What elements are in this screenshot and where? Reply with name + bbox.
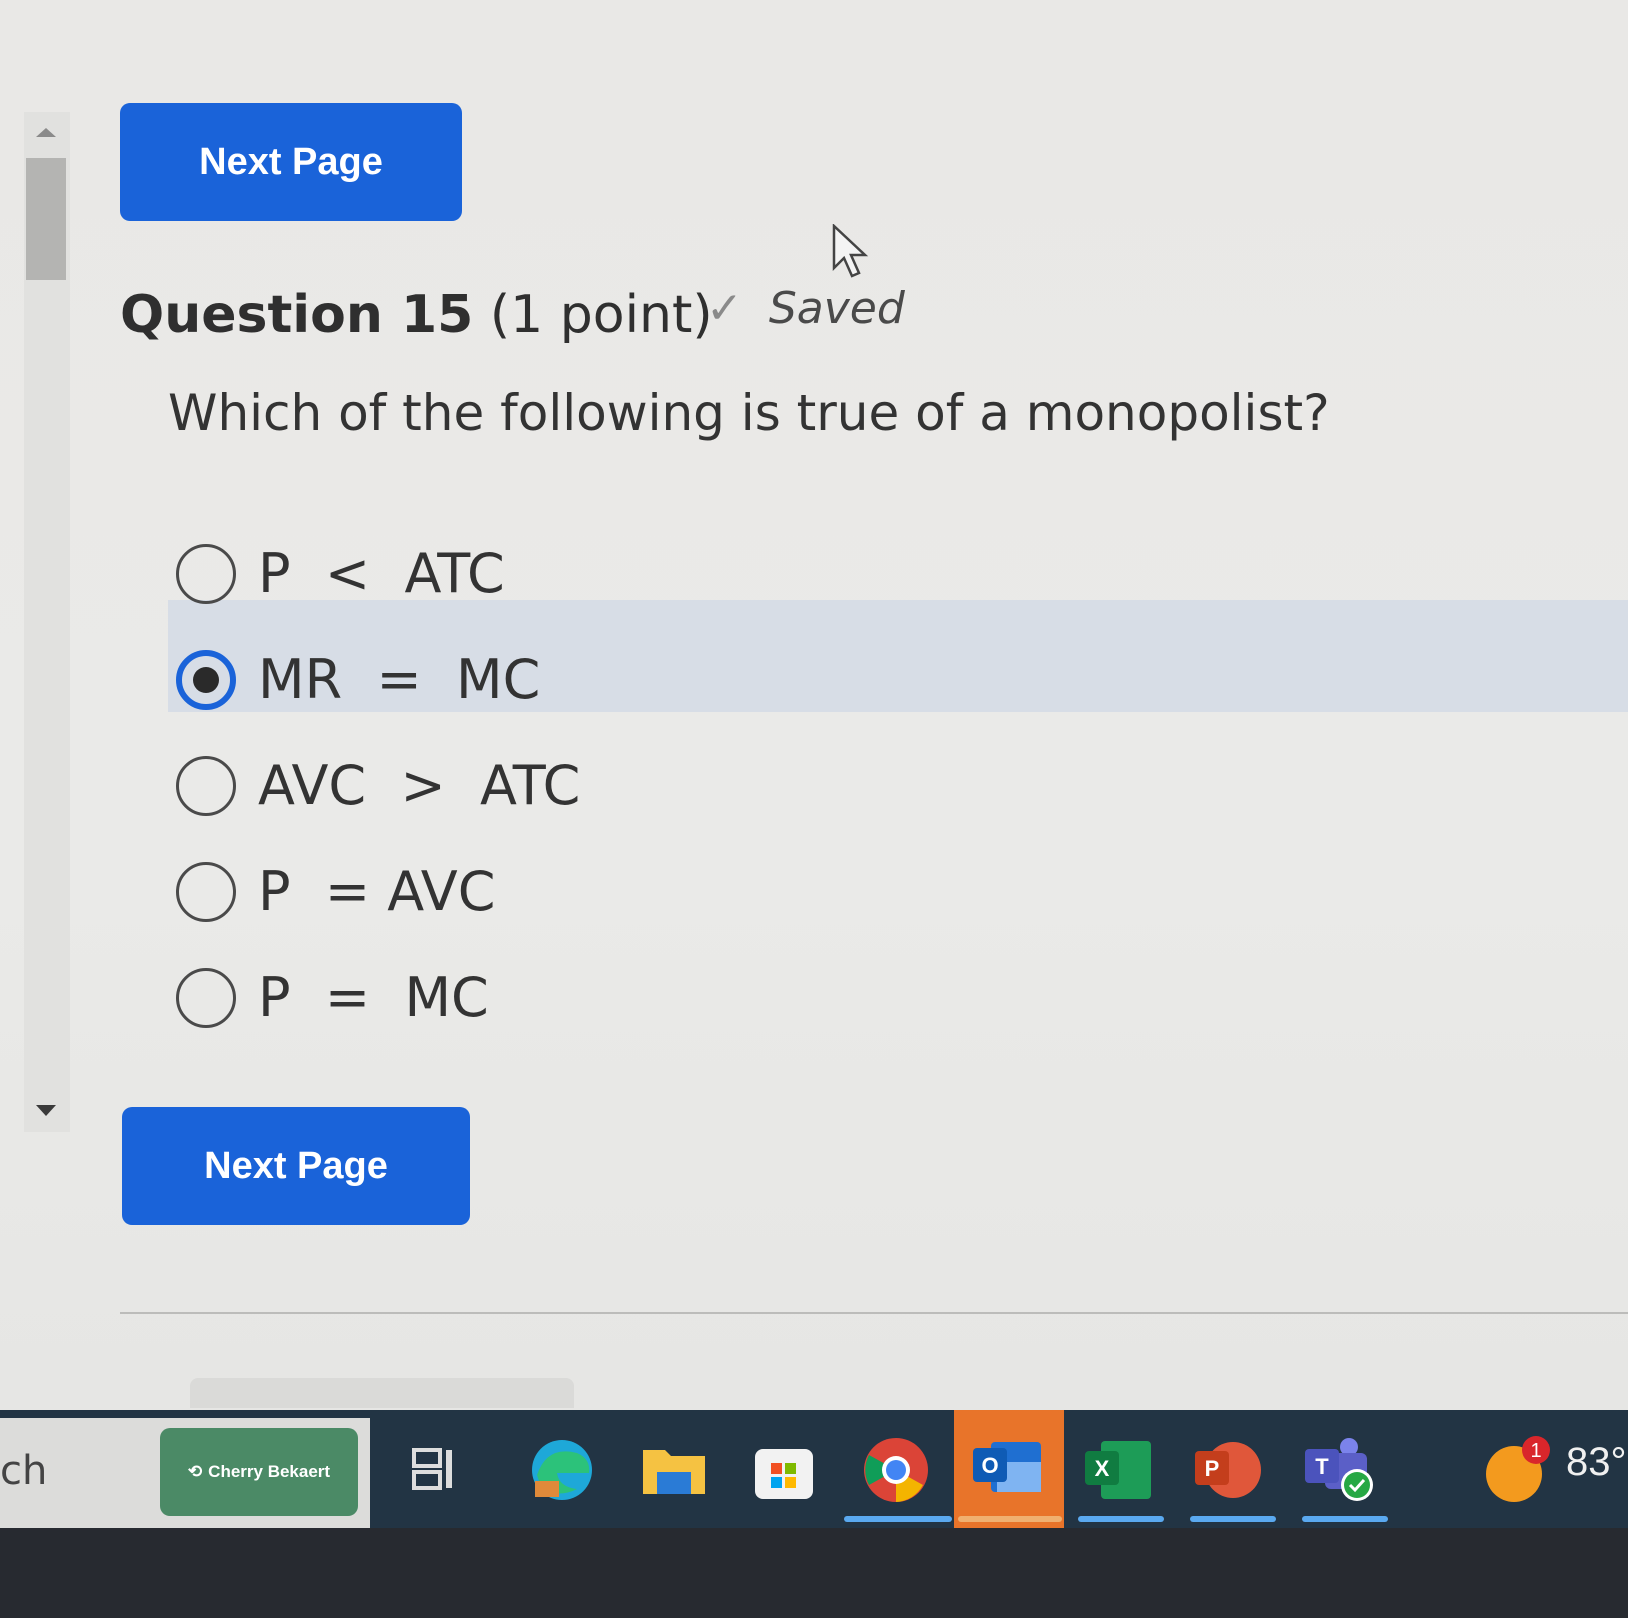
- radio-button[interactable]: [176, 861, 236, 922]
- chrome-active-indicator: [844, 1516, 952, 1522]
- scroll-up-arrow-icon[interactable]: [36, 128, 56, 137]
- mouse-cursor-icon: [832, 224, 869, 278]
- outlook-icon[interactable]: O: [954, 1410, 1064, 1528]
- store-icon[interactable]: [742, 1428, 826, 1512]
- cherry-bekaert-widget[interactable]: ⟲ Cherry Bekaert: [160, 1428, 358, 1516]
- svg-text:O: O: [981, 1453, 998, 1478]
- teams-active-indicator: [1302, 1516, 1388, 1522]
- question-number: Question 15: [120, 285, 474, 345]
- powerpoint-icon[interactable]: P: [1186, 1428, 1270, 1512]
- question-title: Question 15 (1 point): [120, 285, 713, 345]
- question-prompt: Which of the following is true of a mono…: [168, 384, 1330, 442]
- next-page-button-bottom[interactable]: Next Page: [122, 1107, 470, 1225]
- radio-button[interactable]: [176, 755, 236, 816]
- file-explorer-icon[interactable]: [632, 1428, 716, 1512]
- saved-status: ✓ Saved: [706, 283, 905, 334]
- cherry-label: Cherry Bekaert: [208, 1462, 331, 1481]
- answer-option-label: P = MC: [258, 966, 489, 1029]
- answer-option-1[interactable]: P < ATC: [176, 542, 505, 605]
- task-view-icon[interactable]: [394, 1428, 478, 1512]
- checkmark-icon: ✓: [706, 283, 743, 334]
- svg-text:P: P: [1205, 1456, 1220, 1481]
- teams-icon[interactable]: T: [1298, 1428, 1382, 1512]
- answer-option-2[interactable]: MR = MC: [176, 648, 540, 711]
- powerpoint-active-indicator: [1190, 1516, 1276, 1522]
- weather-temperature[interactable]: 83°: [1566, 1440, 1627, 1485]
- saved-label: Saved: [768, 283, 905, 334]
- svg-text:X: X: [1095, 1456, 1110, 1481]
- answer-option-4[interactable]: P = AVC: [176, 860, 495, 923]
- excel-icon[interactable]: X: [1076, 1428, 1160, 1512]
- outlook-active-indicator: [958, 1516, 1062, 1522]
- chrome-icon[interactable]: [854, 1428, 938, 1512]
- search-box-text[interactable]: ch: [0, 1448, 47, 1494]
- monitor-bezel: [0, 1528, 1628, 1618]
- weather-icon[interactable]: 1: [1474, 1428, 1558, 1512]
- cherry-logo-icon: ⟲: [187, 1462, 203, 1481]
- answer-option-label: P = AVC: [258, 860, 496, 923]
- radio-dot-icon: [193, 666, 219, 693]
- svg-text:T: T: [1315, 1454, 1329, 1479]
- answer-option-label: AVC > ATC: [258, 754, 581, 817]
- radio-button[interactable]: [176, 543, 236, 604]
- scroll-down-arrow-icon[interactable]: [36, 1105, 56, 1116]
- weather-badge: 1: [1530, 1440, 1541, 1462]
- answer-option-label: MR = MC: [258, 648, 541, 711]
- next-page-button-top[interactable]: Next Page: [120, 103, 462, 221]
- excel-active-indicator: [1078, 1516, 1164, 1522]
- answer-option-3[interactable]: AVC > ATC: [176, 754, 580, 817]
- footer-tab: [190, 1378, 574, 1408]
- question-points: (1 point): [473, 285, 713, 345]
- radio-button-selected[interactable]: [176, 649, 236, 710]
- answer-option-label: P < ATC: [258, 542, 505, 605]
- answer-option-5[interactable]: P = MC: [176, 966, 489, 1029]
- radio-button[interactable]: [176, 967, 236, 1028]
- divider: [120, 1312, 1628, 1314]
- edge-icon[interactable]: [520, 1428, 604, 1512]
- scrollbar-thumb[interactable]: [26, 158, 66, 280]
